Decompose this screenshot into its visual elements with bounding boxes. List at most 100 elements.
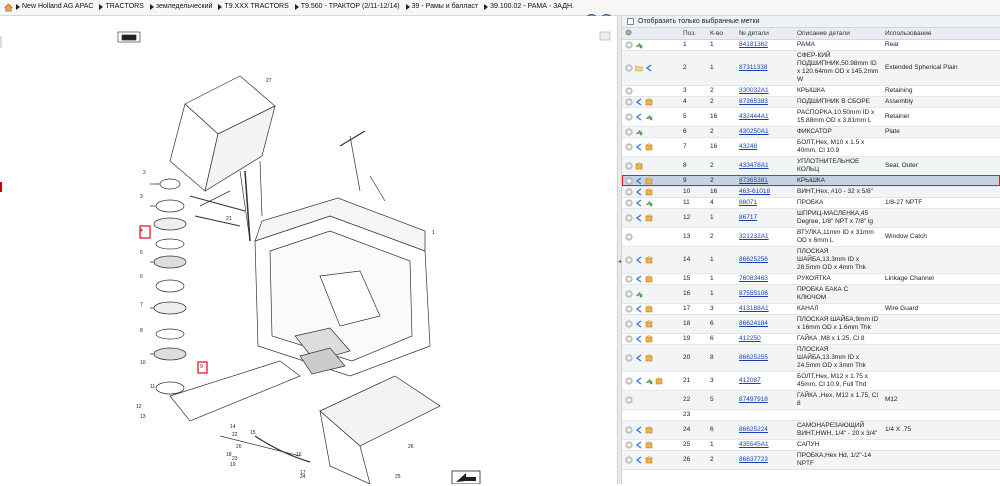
info-circle-icon[interactable] bbox=[625, 213, 633, 222]
part-number-link[interactable]: 86625224 bbox=[739, 426, 768, 433]
replacement-arrow-icon[interactable] bbox=[635, 353, 643, 362]
breadcrumb-item[interactable]: T9.560 - ТРАКТОР (2/11-12/14) bbox=[294, 3, 400, 10]
add-to-cart-arrow-icon[interactable] bbox=[635, 41, 643, 49]
callout-number[interactable]: 12 bbox=[136, 404, 142, 410]
info-circle-icon[interactable] bbox=[625, 127, 633, 136]
info-circle-icon[interactable] bbox=[625, 97, 633, 106]
table-row[interactable]: 23 bbox=[622, 409, 1000, 421]
column-header-usage[interactable]: Использование bbox=[882, 28, 1000, 40]
info-circle-icon[interactable] bbox=[625, 289, 633, 298]
callout-number[interactable]: 14 bbox=[230, 424, 236, 430]
part-number-link[interactable]: 321232A1 bbox=[739, 233, 769, 240]
table-row[interactable]: 10 16 463-61018 ВИНТ,Hex, #10 - 32 x 5/8" bbox=[622, 186, 1000, 198]
info-circle-icon[interactable] bbox=[625, 161, 633, 170]
replacement-arrow-icon[interactable] bbox=[635, 97, 643, 106]
replacement-arrow-icon[interactable] bbox=[635, 187, 643, 196]
replacement-arrow-icon[interactable] bbox=[635, 255, 643, 264]
table-row[interactable]: 24 6 86625224 САМОНАРЕЗАЮЩИЙ ВИНТ,HWH, 1/4"… bbox=[622, 420, 1000, 440]
part-number-link[interactable]: 84181362 bbox=[739, 41, 768, 48]
callout-number[interactable]: 5 bbox=[140, 250, 143, 256]
part-number-link[interactable]: 43248 bbox=[739, 143, 757, 150]
part-number-link[interactable]: 87311338 bbox=[739, 64, 767, 71]
package-box-icon[interactable] bbox=[635, 161, 643, 170]
maximize-icon[interactable] bbox=[599, 31, 611, 41]
table-row[interactable]: 21 3 412087 БОЛТ,Hex, M12 x 1.75 x 45mm, Cl… bbox=[622, 371, 1000, 391]
table-row[interactable]: 16 1 87555106 ПРОБКА БАКА С КЛЮЧОМ bbox=[622, 284, 1000, 304]
callout-number[interactable]: 16 bbox=[296, 452, 302, 458]
add-to-cart-arrow-icon[interactable] bbox=[645, 377, 653, 385]
info-circle-icon[interactable] bbox=[625, 176, 633, 185]
package-box-icon[interactable] bbox=[645, 187, 653, 196]
replacement-arrow-icon[interactable] bbox=[635, 334, 643, 343]
callout-number[interactable]: 1 bbox=[432, 230, 435, 236]
callout-number[interactable]: 25 bbox=[395, 474, 401, 480]
table-row[interactable]: 5 16 432444A1 РАСПОРКА,10.50mm ID x 15.88mm… bbox=[622, 107, 1000, 127]
column-header-desc[interactable]: Описание детали bbox=[794, 28, 882, 40]
part-number-link[interactable]: 87365383 bbox=[739, 98, 768, 105]
part-number-link[interactable]: 412087 bbox=[739, 377, 761, 384]
column-header-pos[interactable]: Поз. bbox=[680, 28, 707, 40]
add-to-cart-arrow-icon[interactable] bbox=[635, 128, 643, 136]
part-number-link[interactable]: 86625255 bbox=[739, 354, 768, 361]
table-row[interactable]: 26 2 86637723 ПРОБКА,Hex Hd, 1/2"-14 NPTF bbox=[622, 450, 1000, 470]
add-to-cart-arrow-icon[interactable] bbox=[645, 113, 653, 121]
part-number-link[interactable]: 86717 bbox=[739, 214, 757, 221]
info-circle-icon[interactable] bbox=[625, 232, 633, 241]
replacement-arrow-icon[interactable] bbox=[635, 455, 643, 464]
package-box-icon[interactable] bbox=[645, 440, 653, 449]
callout-number[interactable]: 2 bbox=[143, 170, 146, 176]
breadcrumb-item[interactable]: 39.100.02 - РАМА - ЗАДН. bbox=[484, 3, 574, 10]
info-circle-icon[interactable] bbox=[625, 353, 633, 362]
info-circle-icon[interactable] bbox=[625, 319, 633, 328]
callout-number[interactable]: 4 bbox=[140, 228, 143, 234]
table-row[interactable]: 2 1 87311338 СФЕР-КИЙ ПОДШИПНИК,50.98mm ID … bbox=[622, 50, 1000, 86]
table-row[interactable]: 22 5 87497918 ГАЙКА ,Hex, M12 x 1.75, Cl 8 M… bbox=[622, 390, 1000, 410]
column-header-part[interactable]: № детали bbox=[736, 28, 794, 40]
replacement-arrow-icon[interactable] bbox=[635, 112, 643, 121]
info-circle-icon[interactable] bbox=[625, 274, 633, 283]
table-row[interactable]: 14 1 86625256 ПЛОСКАЯ ШАЙБА,13.3mm ID x 28.… bbox=[622, 246, 1000, 274]
callout-number[interactable]: 27 bbox=[266, 78, 272, 84]
package-box-icon[interactable] bbox=[645, 455, 653, 464]
folder-icon[interactable] bbox=[635, 64, 643, 72]
info-circle-icon[interactable] bbox=[625, 142, 633, 151]
package-box-icon[interactable] bbox=[645, 334, 653, 343]
replacement-arrow-icon[interactable] bbox=[635, 213, 643, 222]
package-box-icon[interactable] bbox=[645, 274, 653, 283]
table-row[interactable]: 19 6 412250 ГАЙКА ,M8 x 1.25, Cl 8 bbox=[622, 333, 1000, 345]
callout-number[interactable]: 15 bbox=[250, 430, 256, 436]
package-box-icon[interactable] bbox=[645, 213, 653, 222]
column-header-qty[interactable]: К-во bbox=[707, 28, 736, 40]
table-row[interactable]: 20 8 86625255 ПЛОСКАЯ ШАЙБА,13.3mm ID x 24.… bbox=[622, 344, 1000, 372]
exploded-parts-diagram[interactable]: 1 2 3 4 5 6 7 8 9 10 11 12 13 14 15 16 17 18 19 20 21 22 23 24 2… bbox=[0, 16, 616, 485]
package-box-icon[interactable] bbox=[645, 319, 653, 328]
callout-number[interactable]: 10 bbox=[140, 360, 146, 366]
add-to-cart-arrow-icon[interactable] bbox=[645, 199, 653, 207]
info-circle-icon[interactable] bbox=[625, 334, 633, 343]
replacement-arrow-icon[interactable] bbox=[635, 274, 643, 283]
next-page-icon[interactable] bbox=[451, 470, 481, 485]
part-number-link[interactable]: 87555106 bbox=[739, 290, 768, 297]
add-to-cart-arrow-icon[interactable] bbox=[635, 290, 643, 298]
breadcrumb-item[interactable]: T9.XXX TRACTORS bbox=[218, 3, 289, 10]
breadcrumb-item[interactable]: земледельческий bbox=[149, 3, 212, 10]
table-row[interactable]: 12 1 86717 ШПРИЦ-МАСЛЕНКА,45 Degree, 1/8" N… bbox=[622, 208, 1000, 228]
package-box-icon[interactable] bbox=[645, 176, 653, 185]
part-number-link[interactable]: 86625256 bbox=[739, 256, 768, 263]
table-row[interactable]: 15 1 76083463 РУКОЯТКА Linkage Channel bbox=[622, 273, 1000, 285]
callout-number[interactable]: 11 bbox=[150, 384, 155, 390]
breadcrumb-item[interactable]: 39 - Рамы и балласт bbox=[405, 3, 478, 10]
replacement-arrow-icon[interactable] bbox=[635, 319, 643, 328]
print-diagram-icon[interactable] bbox=[117, 31, 141, 43]
info-circle-icon[interactable] bbox=[625, 255, 633, 264]
info-circle-icon[interactable] bbox=[625, 63, 633, 72]
table-row[interactable]: 8 2 433478A1 УПЛОТНИТЕЛЬНОЕ КОЛЬЦ Seal, Oute… bbox=[622, 156, 1000, 176]
part-number-link[interactable]: 88071 bbox=[739, 199, 757, 206]
part-number-link[interactable]: 87365381 bbox=[739, 177, 768, 184]
table-row[interactable]: 1 1 84181362 РАМА Rear bbox=[622, 39, 1000, 51]
info-circle-icon[interactable] bbox=[625, 187, 633, 196]
table-row[interactable]: 11 4 88071 ПРОБКА 1/8-27 NPTF bbox=[622, 197, 1000, 209]
callout-number[interactable]: 19 bbox=[230, 462, 236, 468]
callout-number[interactable]: 6 bbox=[140, 274, 143, 280]
package-box-icon[interactable] bbox=[645, 97, 653, 106]
